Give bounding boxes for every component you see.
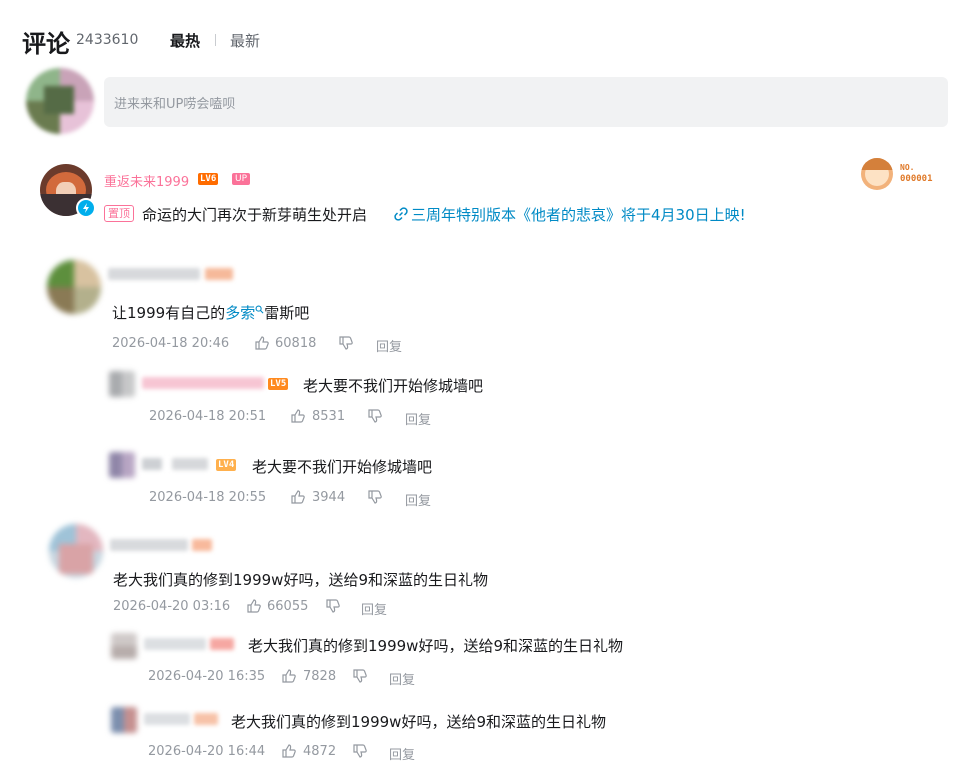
like-icon[interactable] (290, 489, 306, 505)
reply-level-badge-masked (210, 638, 234, 650)
like-icon[interactable] (254, 335, 270, 351)
reply-button[interactable]: 回复 (389, 744, 415, 763)
reply-time: 2026-04-18 20:51 (149, 409, 267, 424)
reply-button[interactable]: 回复 (389, 669, 415, 688)
reply-level-badge: LV4 (216, 459, 237, 471)
like-count: 7828 (303, 669, 337, 684)
comments-title: 评论 (22, 30, 70, 58)
like-count: 3944 (312, 490, 346, 505)
like-count: 4872 (303, 744, 337, 759)
pinned-link[interactable]: 三周年特别版本《他者的悲哀》将于4月30日上映! (411, 204, 746, 225)
reply-user-avatar[interactable] (111, 633, 137, 659)
up-badge: UP (232, 173, 251, 185)
reply-user-avatar[interactable] (109, 452, 135, 478)
sort-divider (215, 34, 216, 46)
sort-new-tab[interactable]: 最新 (230, 30, 260, 51)
reply-username-masked[interactable] (142, 458, 162, 470)
comment-input-placeholder: 进来来和UP唠会嗑呗 (114, 97, 236, 112)
comment-input[interactable]: 进来来和UP唠会嗑呗 (104, 77, 948, 127)
reply-text: 老大我们真的修到1999w好吗，送给9和深蓝的生日礼物 (231, 713, 606, 731)
reply-button[interactable]: 回复 (405, 409, 431, 428)
comments-count: 2433610 (76, 32, 139, 48)
like-icon[interactable] (246, 598, 262, 614)
dislike-icon[interactable] (352, 743, 368, 759)
like-count: 66055 (267, 599, 309, 614)
reply-time: 2026-04-18 20:55 (149, 490, 267, 505)
level-badge-masked (192, 539, 212, 551)
comment-time: 2026-04-20 03:16 (113, 599, 231, 614)
dislike-icon[interactable] (352, 668, 368, 684)
link-icon (393, 206, 409, 222)
user-avatar[interactable] (49, 524, 103, 578)
like-icon[interactable] (281, 668, 297, 684)
verified-icon (76, 198, 96, 218)
dislike-icon[interactable] (325, 598, 341, 614)
like-icon[interactable] (290, 408, 306, 424)
level-badge-masked (205, 268, 233, 280)
medal-no-label: NO. (900, 163, 915, 172)
like-count: 8531 (312, 409, 346, 424)
search-icon (255, 300, 264, 318)
comment-time: 2026-04-18 20:46 (112, 336, 230, 351)
pinned-username[interactable]: 重返未来1999 (104, 171, 189, 190)
user-avatar[interactable] (47, 260, 101, 314)
reply-level-badge-masked (194, 713, 218, 725)
reply-username-masked[interactable] (144, 713, 190, 725)
dislike-icon[interactable] (367, 408, 383, 424)
username-masked[interactable] (108, 268, 200, 280)
reply-text: 老大我们真的修到1999w好吗，送给9和深蓝的生日礼物 (248, 637, 623, 655)
reply-username-masked[interactable] (144, 638, 206, 650)
keyword-link[interactable]: 多索 (225, 304, 255, 322)
reply-user-avatar[interactable] (109, 371, 135, 397)
reply-button[interactable]: 回复 (376, 336, 402, 355)
reply-user-avatar[interactable] (111, 707, 137, 733)
reply-time: 2026-04-20 16:44 (148, 744, 266, 759)
reply-button[interactable]: 回复 (405, 490, 431, 509)
like-icon[interactable] (281, 743, 297, 759)
pinned-level-badge: LV6 (198, 173, 219, 185)
fan-medal-avatar (861, 158, 893, 190)
sort-hot-tab[interactable]: 最热 (170, 30, 200, 51)
reply-username-masked[interactable] (142, 377, 264, 389)
dislike-icon[interactable] (367, 489, 383, 505)
reply-text: 老大要不我们开始修城墙吧 (252, 458, 433, 476)
pin-tag: 置顶 (104, 205, 134, 222)
dislike-icon[interactable] (338, 335, 354, 351)
medal-code: 000001 (900, 174, 933, 184)
reply-username-masked-2[interactable] (172, 458, 208, 470)
pinned-text: 命运的大门再次于新芽萌生处开启 (142, 206, 368, 224)
username-masked[interactable] (110, 539, 188, 551)
reply-button[interactable]: 回复 (361, 599, 387, 618)
my-avatar[interactable] (26, 68, 94, 134)
reply-time: 2026-04-20 16:35 (148, 669, 266, 684)
comment-text: 让1999有自己的多索 雷斯吧 (112, 302, 309, 323)
reply-text: 老大要不我们开始修城墙吧 (303, 377, 484, 395)
comment-text: 老大我们真的修到1999w好吗，送给9和深蓝的生日礼物 (113, 571, 488, 589)
reply-level-badge: LV5 (268, 378, 289, 390)
like-count: 60818 (275, 336, 317, 351)
